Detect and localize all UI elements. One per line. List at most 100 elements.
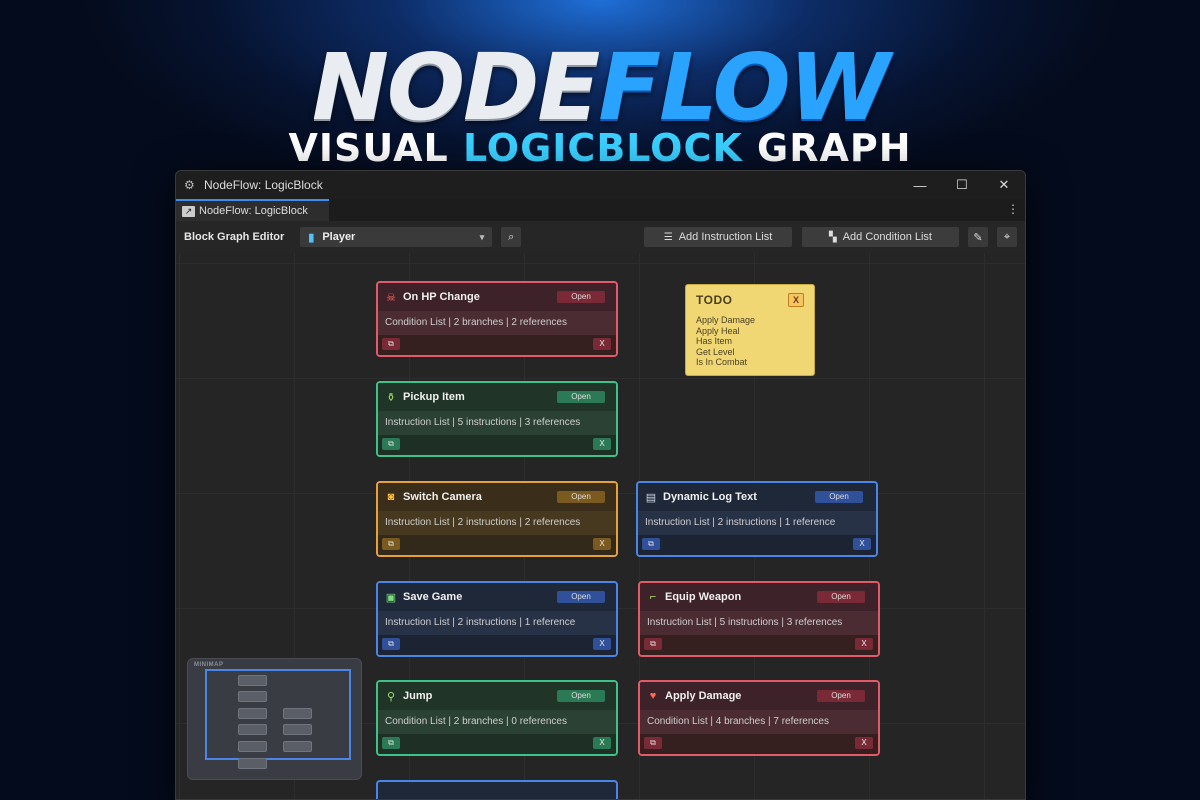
focus-icon: ⌖ <box>1003 230 1011 243</box>
hero-title: NODEFLOW <box>0 38 1200 138</box>
node-title: Save Game <box>403 591 463 603</box>
copy-icon[interactable]: ⧉ <box>382 737 400 749</box>
block-select-value: Player <box>322 231 356 243</box>
skull-icon: ☠ <box>386 291 396 304</box>
node-title: Jump <box>403 690 433 702</box>
copy-icon[interactable]: ⧉ <box>382 638 400 650</box>
hero-title-flow: FLOW <box>598 34 890 141</box>
minimap-node <box>283 724 312 735</box>
editor-window: ⚙ NodeFlow: LogicBlock — ☐ ✕ ↗ NodeFlow:… <box>175 170 1026 800</box>
note-button[interactable]: ✎ <box>968 227 988 247</box>
todo-close-button[interactable]: X <box>788 293 804 307</box>
minimap-node <box>238 758 267 769</box>
minimap-node <box>238 708 267 719</box>
node-delete-button[interactable]: X <box>593 638 611 650</box>
node-summary: Instruction List | 2 instructions | 1 re… <box>638 511 876 535</box>
node-open-button[interactable]: Open <box>815 491 863 503</box>
node-delete-button[interactable]: X <box>593 338 611 350</box>
node-delete-button[interactable]: X <box>593 538 611 550</box>
todo-list: Apply Damage Apply Heal Has Item Get Lev… <box>696 315 804 368</box>
add-condition-list-button[interactable]: ▚ Add Condition List <box>802 227 959 247</box>
node-switch-camera[interactable]: ◙ Switch Camera Open Instruction List | 2 … <box>376 481 618 557</box>
node-open-button[interactable]: Open <box>557 291 605 303</box>
node-open-button[interactable]: Open <box>817 591 865 603</box>
copy-icon[interactable]: ⧉ <box>382 538 400 550</box>
minimap-viewport[interactable] <box>205 669 351 760</box>
node-title: Dynamic Log Text <box>663 491 757 503</box>
document-icon: ▤ <box>645 491 657 504</box>
node-open-button[interactable]: Open <box>557 391 605 403</box>
hero-subtitle: VISUAL LOGICBLOCK GRAPH <box>0 126 1200 170</box>
add-condition-list-label: Add Condition List <box>842 231 932 243</box>
node-summary: Instruction List | 5 instructions | 3 re… <box>640 611 878 635</box>
node-summary: Instruction List | 2 instructions | 2 re… <box>378 511 616 535</box>
tab-logicblock[interactable]: ↗ NodeFlow: LogicBlock <box>176 199 329 221</box>
node-open-button[interactable]: Open <box>557 491 605 503</box>
node-partial[interactable] <box>376 780 618 799</box>
minimap-node <box>238 741 267 752</box>
node-delete-button[interactable]: X <box>853 538 871 550</box>
tab-bar: ↗ NodeFlow: LogicBlock ⋮ <box>176 199 1025 221</box>
node-delete-button[interactable]: X <box>855 638 873 650</box>
running-icon: ⚲ <box>386 690 396 703</box>
copy-icon[interactable]: ⧉ <box>642 538 660 550</box>
copy-icon[interactable]: ⧉ <box>644 638 662 650</box>
add-instruction-list-label: Add Instruction List <box>678 231 773 243</box>
node-summary: Condition List | 2 branches | 2 referenc… <box>378 311 616 335</box>
add-instruction-list-button[interactable]: ☰ Add Instruction List <box>644 227 792 247</box>
node-apply-damage[interactable]: ♥ Apply Damage Open Condition List | 4 bra… <box>638 680 880 756</box>
minimap-node <box>238 675 267 686</box>
todo-item: Is In Combat <box>696 357 748 367</box>
copy-icon[interactable]: ⧉ <box>382 338 400 350</box>
node-open-button[interactable]: Open <box>817 690 865 702</box>
node-delete-button[interactable]: X <box>593 737 611 749</box>
node-on-hp-change[interactable]: ☠ On HP Change Open Condition List | 2 bra… <box>376 281 618 357</box>
node-save-game[interactable]: ▣ Save Game Open Instruction List | 2 inst… <box>376 581 618 657</box>
node-delete-button[interactable]: X <box>855 737 873 749</box>
copy-icon[interactable]: ⧉ <box>644 737 662 749</box>
node-title: Apply Damage <box>665 690 742 702</box>
minimize-button[interactable]: — <box>899 171 941 199</box>
title-bar[interactable]: ⚙ NodeFlow: LogicBlock — ☐ ✕ <box>176 171 1025 199</box>
node-equip-weapon[interactable]: ⌐ Equip Weapon Open Instruction List | 5 i… <box>638 581 880 657</box>
graph-canvas[interactable]: ☠ On HP Change Open Condition List | 2 bra… <box>176 253 1025 799</box>
minimap-label: MINIMAP <box>194 662 224 668</box>
minimap-node <box>238 724 267 735</box>
node-jump[interactable]: ⚲ Jump Open Condition List | 2 branches | … <box>376 680 618 756</box>
close-button[interactable]: ✕ <box>983 171 1025 199</box>
hero-subtitle-highlight: LOGICBLOCK <box>462 126 743 170</box>
block-select[interactable]: ▮ Player ▾ <box>300 227 493 247</box>
note-icon: ✎ <box>973 231 983 244</box>
node-summary: Condition List | 4 branches | 7 referenc… <box>640 710 878 734</box>
heart-icon: ♥ <box>649 690 657 702</box>
condition-icon: ▚ <box>829 231 837 243</box>
hero-title-node: NODE <box>311 34 600 141</box>
more-options-icon[interactable]: ⋮ <box>1007 202 1019 216</box>
todo-item: Apply Heal <box>696 325 740 336</box>
maximize-button[interactable]: ☐ <box>941 171 983 199</box>
search-button[interactable]: ⌕ <box>501 227 522 247</box>
node-open-button[interactable]: Open <box>557 591 605 603</box>
node-pickup-item[interactable]: ⚱ Pickup Item Open Instruction List | 5 in… <box>376 381 618 457</box>
toolbar: Block Graph Editor ▮ Player ▾ ⌕ ☰ Add In… <box>176 221 1025 253</box>
todo-item: Get Level <box>696 346 735 357</box>
minimap[interactable]: MINIMAP <box>187 658 362 780</box>
copy-icon[interactable]: ⧉ <box>382 438 400 450</box>
minimap-node <box>283 708 312 719</box>
node-open-button[interactable]: Open <box>557 690 605 702</box>
todo-note[interactable]: TODO X Apply Damage Apply Heal Has Item … <box>685 284 815 376</box>
todo-item: Apply Damage <box>696 315 756 325</box>
node-summary: Instruction List | 2 instructions | 1 re… <box>378 611 616 635</box>
node-title: On HP Change <box>403 291 480 303</box>
chevron-down-icon: ▾ <box>479 231 485 242</box>
node-title: Equip Weapon <box>665 591 742 603</box>
todo-item: Has Item <box>696 336 733 346</box>
node-dynamic-log-text[interactable]: ▤ Dynamic Log Text Open Instruction List |… <box>636 481 878 557</box>
minimap-node <box>238 691 267 702</box>
focus-button[interactable]: ⌖ <box>997 227 1017 247</box>
node-delete-button[interactable]: X <box>593 438 611 450</box>
minimap-node <box>283 741 312 752</box>
node-summary: Condition List | 2 branches | 0 referenc… <box>378 710 616 734</box>
tab-label: NodeFlow: LogicBlock <box>199 205 308 217</box>
graph-icon: ↗ <box>182 205 195 217</box>
